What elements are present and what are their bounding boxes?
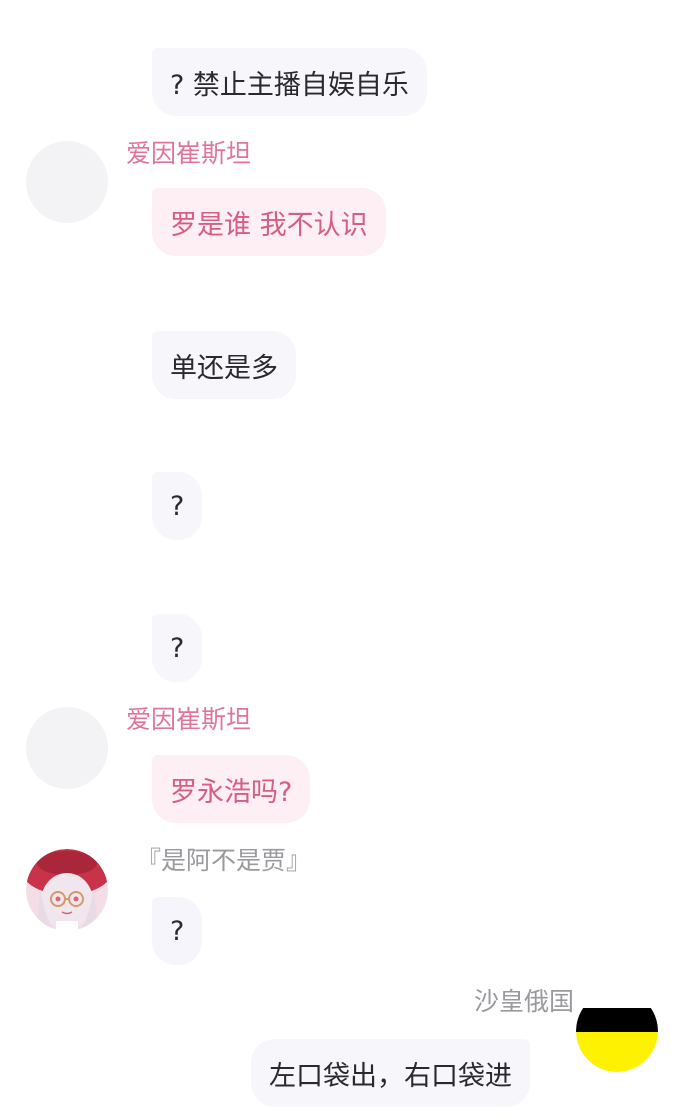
- message-bubble[interactable]: ?: [152, 472, 203, 540]
- avatar[interactable]: [26, 141, 108, 223]
- message-bubble[interactable]: 罗永浩吗?: [152, 755, 311, 823]
- message-text: 罗是谁 我不认识: [170, 209, 368, 241]
- message-bubble[interactable]: 单还是多: [152, 331, 296, 399]
- avatar[interactable]: [26, 707, 108, 789]
- message-text: 单还是多: [170, 352, 278, 384]
- message-text: ?: [170, 915, 185, 947]
- anime-girl-avatar-icon: [26, 849, 108, 931]
- message-bubble[interactable]: ?: [152, 614, 203, 682]
- sender-name[interactable]: 『是阿不是贾』: [136, 845, 311, 877]
- sender-name[interactable]: 爱因崔斯坦: [126, 704, 251, 736]
- flag-avatar-icon[interactable]: [576, 990, 658, 1072]
- message-text: ?: [170, 632, 185, 664]
- message-text: ?: [170, 490, 185, 522]
- message-text: 罗永浩吗?: [170, 776, 293, 808]
- message-bubble[interactable]: ? 禁止主播自娱自乐: [152, 48, 427, 116]
- chat-message-list: ? 禁止主播自娱自乐 爱因崔斯坦 罗是谁 我不认识 单还是多 ? ? 爱因崔斯坦…: [0, 0, 676, 1120]
- message-text: 左口袋出，右口袋进: [269, 1060, 512, 1092]
- sender-name[interactable]: 爱因崔斯坦: [126, 138, 251, 170]
- message-text: ? 禁止主播自娱自乐: [170, 69, 409, 101]
- message-bubble[interactable]: 左口袋出，右口袋进: [251, 1039, 530, 1107]
- black-yellow-flag-icon: [576, 990, 658, 1072]
- message-bubble[interactable]: 罗是谁 我不认识: [152, 188, 386, 256]
- sender-name[interactable]: 沙皇俄国: [474, 986, 574, 1018]
- message-bubble[interactable]: ?: [152, 897, 203, 965]
- anime-avatar-icon[interactable]: [26, 849, 108, 931]
